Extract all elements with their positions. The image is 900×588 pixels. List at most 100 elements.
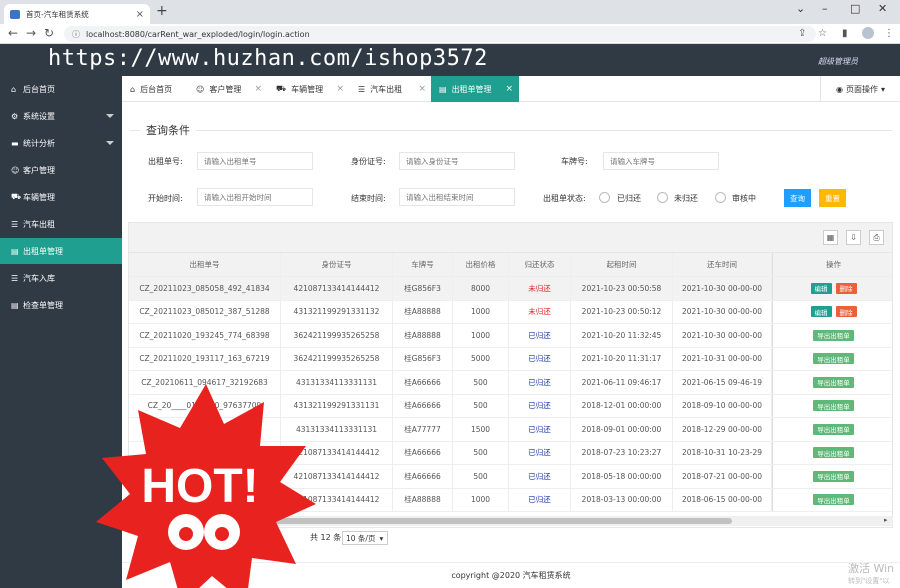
doc-icon: ▤	[11, 246, 19, 256]
back-icon[interactable]: ←	[8, 26, 18, 40]
chevron-down-icon[interactable]: ⌄	[796, 2, 805, 15]
table-row[interactable]: CZ_20211020_193245_774_68398 362421199935…	[129, 324, 892, 348]
delete-button[interactable]: 删除	[835, 306, 857, 318]
status-radio-returned[interactable]	[599, 192, 610, 203]
chevron-down-icon	[106, 114, 114, 118]
close-icon[interactable]: ×	[505, 84, 513, 94]
close-icon[interactable]: ×	[418, 84, 426, 94]
status-label: 出租单状态:	[543, 194, 586, 203]
sidepanel-icon[interactable]: ▮	[842, 28, 848, 39]
col-header[interactable]: 车牌号	[393, 253, 453, 276]
scroll-right-icon[interactable]: ▸	[884, 516, 888, 524]
export-order-button[interactable]: 导出出租单	[813, 353, 854, 365]
col-header[interactable]: 归还状态	[509, 253, 571, 276]
target-icon: ◉	[836, 84, 843, 94]
delete-button[interactable]: 删除	[835, 282, 857, 294]
page-ops-dropdown[interactable]: ◉ 页面操作 ▾	[820, 76, 900, 102]
tab-rent-orders[interactable]: ▤ 出租单管理 ×	[431, 76, 519, 102]
columns-icon[interactable]: ▦	[823, 230, 838, 245]
reset-button[interactable]: 重置	[819, 189, 846, 207]
table-row[interactable]: CZ_20211020_193117_163_67219 362421199935…	[129, 347, 892, 371]
forward-icon[interactable]: →	[26, 26, 36, 40]
export-order-button[interactable]: 导出出租单	[813, 470, 854, 482]
rent-no-input[interactable]	[197, 152, 313, 170]
cell-plate: 桂A66666	[393, 441, 453, 464]
edit-button[interactable]: 编辑	[810, 306, 832, 318]
col-header[interactable]: 出租单号	[129, 253, 281, 276]
col-header[interactable]: 起租时间	[571, 253, 673, 276]
bookmark-star-icon[interactable]: ☆	[818, 28, 827, 39]
cell-plate: 桂A88888	[393, 324, 453, 347]
end-time-input[interactable]	[399, 188, 515, 206]
row-actions: 导出出租单	[772, 371, 892, 394]
export-icon[interactable]: ⇩	[846, 230, 861, 245]
sidebar-item-stats[interactable]: ▬ 统计分析	[0, 130, 122, 156]
reload-icon[interactable]: ↻	[44, 26, 54, 40]
col-header[interactable]: 身份证号	[281, 253, 393, 276]
col-header[interactable]: 出租价格	[453, 253, 509, 276]
window-close-icon[interactable]: ✕	[878, 2, 887, 15]
ops-header-label: 操作	[826, 259, 841, 269]
cell-start: 2018-03-13 00:00:00	[571, 488, 673, 511]
close-icon[interactable]: ×	[254, 84, 262, 94]
export-order-button[interactable]: 导出出租单	[813, 494, 854, 506]
close-icon[interactable]: ×	[136, 9, 144, 20]
start-time-input[interactable]	[197, 188, 313, 206]
page-size-select[interactable]: 10 条/页 ▾	[342, 531, 388, 545]
minimize-icon[interactable]: –	[822, 2, 828, 15]
share-icon[interactable]: ⇪	[798, 28, 806, 39]
sidebar-item-label: 车辆管理	[23, 192, 55, 202]
close-icon[interactable]: ×	[336, 84, 344, 94]
cell-start: 2018-09-01 00:00:00	[571, 418, 673, 441]
col-header[interactable]: 还车时间	[673, 253, 772, 276]
row-actions: 导出出租单	[772, 324, 892, 347]
sidebar-item-system[interactable]: ⚙ 系统设置	[0, 103, 122, 129]
export-order-button[interactable]: 导出出租单	[813, 400, 854, 412]
cell-price: 500	[453, 465, 509, 488]
idcard-input[interactable]	[399, 152, 515, 170]
export-order-button[interactable]: 导出出租单	[813, 447, 854, 459]
status-radio-reviewing[interactable]	[715, 192, 726, 203]
export-order-button[interactable]: 导出出租单	[813, 329, 854, 341]
admin-user[interactable]: 超级管理员	[818, 56, 858, 67]
table-row[interactable]: CZ_20211023_085058_492_41834 421087133414…	[129, 277, 892, 301]
cell-end: 2021-06-15 09-46-19	[673, 371, 772, 394]
tab-rent[interactable]: ☰ 汽车出租 ×	[350, 76, 432, 102]
sidebar-item-customers[interactable]: ☺ 客户管理	[0, 157, 122, 183]
new-tab-button[interactable]: +	[156, 3, 168, 19]
tab-customers[interactable]: ☺ 客户管理 ×	[188, 76, 268, 102]
export-order-button[interactable]: 导出出租单	[813, 423, 854, 435]
table-row[interactable]: CZ_20211023_085012_387_51288 431321199291…	[129, 300, 892, 324]
cell-status: 已归还	[509, 465, 571, 488]
cell-plate: 桂A66666	[393, 371, 453, 394]
search-button[interactable]: 查询	[784, 189, 811, 207]
sidebar-item-vehicles[interactable]: ⛟ 车辆管理	[0, 184, 122, 210]
tab-home[interactable]: ⌂ 后台首页	[122, 76, 188, 102]
menu-dots-icon[interactable]: ⋮	[884, 28, 894, 39]
sidebar-item-stock-in[interactable]: ☰ 汽车入库	[0, 265, 122, 291]
tab-vehicles[interactable]: ⛟ 车辆管理 ×	[268, 76, 350, 102]
sidebar-item-inspections[interactable]: ▤ 检查单管理	[0, 292, 122, 318]
edit-button[interactable]: 编辑	[810, 282, 832, 294]
print-icon[interactable]: ⎙	[869, 230, 884, 245]
hot-badge: HOT!	[96, 384, 316, 588]
sidebar-item-rent[interactable]: ☰ 汽车出租	[0, 211, 122, 237]
cell-price: 1000	[453, 300, 509, 323]
sidebar-item-rent-orders[interactable]: ▤ 出租单管理	[0, 238, 122, 264]
row-actions: 导出出租单	[772, 465, 892, 488]
info-icon[interactable]: ⓘ	[72, 29, 80, 40]
app-header: https://www.huzhan.com/ishop3572 超级管理员	[0, 44, 900, 76]
browser-tab[interactable]: 首页-汽车租赁系统 ×	[4, 4, 150, 24]
cell-start: 2021-10-23 00:50:58	[571, 277, 673, 300]
gear-icon: ⚙	[11, 111, 19, 121]
maximize-icon[interactable]: □	[850, 2, 860, 15]
chevron-down-icon	[106, 141, 114, 145]
status-radio-unreturned[interactable]	[657, 192, 668, 203]
export-order-button[interactable]: 导出出租单	[813, 376, 854, 388]
profile-avatar[interactable]	[862, 27, 874, 39]
sidebar-item-home[interactable]: ⌂ 后台首页	[0, 76, 122, 102]
cell-id: 362421199935265258	[281, 324, 393, 347]
plate-input[interactable]	[603, 152, 719, 170]
cell-id: 431321199291331132	[281, 300, 393, 323]
url-field[interactable]: ⓘ localhost:8080/carRent_war_exploded/lo…	[64, 26, 816, 42]
